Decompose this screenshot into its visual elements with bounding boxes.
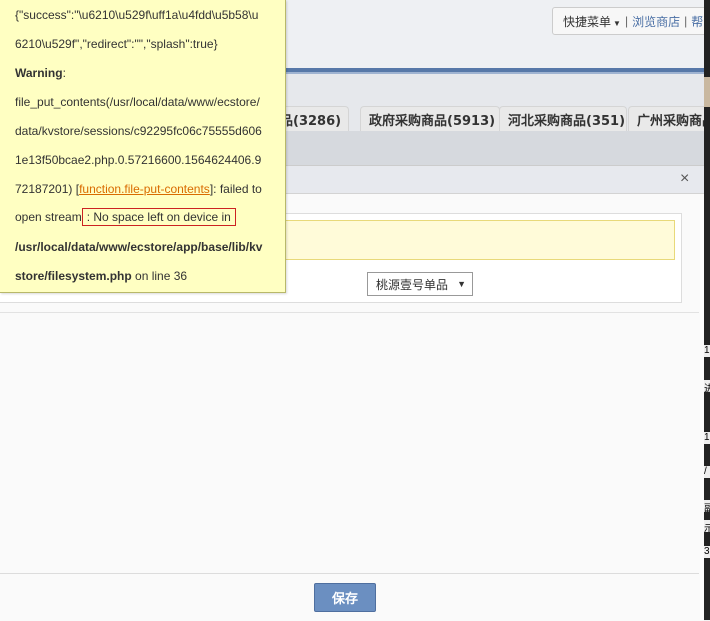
tab-hebei-purchase[interactable]: 河北采购商品(351) [499,106,627,131]
edge-text: 3 [704,546,710,558]
edge-text: 进 [704,380,710,392]
tab-gov-purchase[interactable]: 政府采购商品(5913) [360,106,500,131]
select-value: 桃源壹号单品 [376,277,449,292]
error-path-line: /usr/local/data/www/ecstore/app/base/lib… [15,240,262,254]
warning-label: Warning [15,66,63,80]
tab-label: 河北采购商品(351) [508,113,626,129]
highlighted-error: : No space left on device in [81,208,236,226]
error-path-line: store/filesystem.php on line 36 [15,269,187,283]
tab-guangzhou-purchase[interactable]: 广州采购商品 [628,106,710,131]
edge-text: 1 [704,432,710,444]
footer-divider [0,573,699,574]
error-text: open stream [15,210,82,224]
quick-menu-label: 快捷菜单 [563,14,612,29]
tab-label: 政府采购商品(5913) [369,113,496,129]
error-text-line: open stream: No space left on device in [15,208,236,226]
error-text: 72187201) [ [15,182,80,196]
error-path: /usr/local/data/www/ecstore/app/base/lib… [15,240,263,254]
quick-toolbar: 快捷菜单 ▼ | 浏览商店 | 帮 [552,7,710,35]
edge-text: 1 [704,345,710,357]
separator: | [624,14,629,28]
php-error-popup: {"success":"\u6210\u529f\uff1a\u4fdd\u5b… [0,0,286,293]
chevron-down-icon: ▼ [457,279,466,289]
error-file: store/filesystem.php [15,269,132,283]
response-json-line: {"success":"\u6210\u529f\uff1a\u4fdd\u5b… [15,8,259,22]
error-line-number: on line 36 [131,269,188,283]
tab-label: 品(3286) [280,113,342,129]
edge-text: / [704,466,710,478]
close-icon[interactable]: × [680,170,689,188]
warning-heading: Warning: [15,66,66,80]
warning-colon: : [62,66,66,80]
tab-label: 广州采购商品 [637,113,710,129]
product-select[interactable]: 桃源壹号单品 ▼ [367,272,473,296]
error-text-line: 72187201) [function.file-put-contents]: … [15,182,262,196]
edge-fragment [704,77,710,107]
error-text-line: 1e13f50bcae2.php.0.57216600.1564624406.9 [15,153,262,167]
error-text: ]: failed to [209,182,262,196]
separator: | [684,14,688,28]
divider [0,312,699,313]
edge-text: 副 [704,500,710,512]
browse-store-link[interactable]: 浏览商店 [632,13,680,30]
help-link[interactable]: 帮 [691,13,703,30]
quick-menu-dropdown[interactable]: 快捷菜单 ▼ [563,13,621,30]
save-button[interactable]: 保存 [314,583,376,612]
error-text-line: file_put_contents(/usr/local/data/www/ec… [15,95,260,109]
error-text-line: data/kvstore/sessions/c92295fc06c75555d6… [15,124,262,138]
caret-down-icon: ▼ [613,18,621,28]
response-json-line: 6210\u529f","redirect":"","splash":true} [15,37,218,51]
edge-text: 示 [704,520,710,532]
right-edge-strip: 1 进 1 / 副 示 3 [704,0,710,620]
function-doc-link[interactable]: function.file-put-contents [79,182,210,196]
